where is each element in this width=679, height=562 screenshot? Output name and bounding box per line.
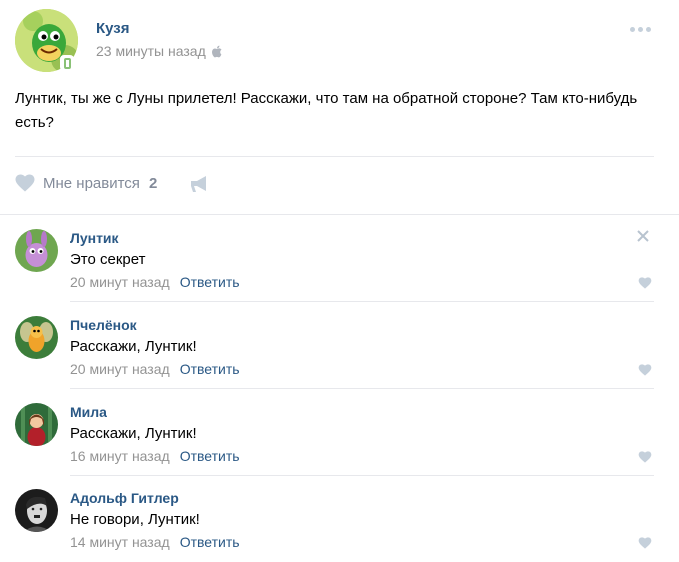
commenter-avatar[interactable]	[15, 229, 58, 272]
pchelenok-avatar-image	[15, 316, 58, 359]
commenter-avatar[interactable]	[15, 403, 58, 446]
comment-time[interactable]: 14 минут назад	[70, 534, 170, 550]
close-icon[interactable]	[636, 229, 650, 243]
commenter-name[interactable]: Адольф Гитлер	[70, 490, 179, 506]
online-mobile-icon	[60, 55, 74, 71]
comment-meta: 14 минут назад Ответить	[70, 534, 240, 550]
reply-link[interactable]: Ответить	[180, 448, 240, 464]
comment-text: Расскажи, Лунтик!	[70, 425, 197, 442]
more-icon[interactable]	[630, 27, 651, 32]
commenter-name[interactable]: Лунтик	[70, 230, 119, 246]
post-divider	[15, 156, 654, 157]
comment-item: Адольф Гитлер Не говори, Лунтик! 14 мину…	[0, 475, 679, 562]
comment-meta: 20 минут назад Ответить	[70, 361, 240, 377]
mila-avatar-image	[15, 403, 58, 446]
like-button[interactable]: Мне нравится 2	[15, 174, 157, 192]
commenter-name[interactable]: Пчелёнок	[70, 317, 137, 333]
post-author-name[interactable]: Кузя	[96, 20, 130, 37]
comment-heart-icon[interactable]	[638, 364, 652, 376]
comment-time[interactable]: 20 минут назад	[70, 274, 170, 290]
comment-item: Мила Расскажи, Лунтик! 16 минут назад Отв…	[0, 389, 679, 476]
commenter-avatar[interactable]	[15, 489, 58, 532]
heart-icon	[15, 174, 35, 192]
commenter-name[interactable]: Мила	[70, 404, 107, 420]
reply-link[interactable]: Ответить	[180, 361, 240, 377]
post-timestamp[interactable]: 23 минуты назад	[96, 43, 223, 59]
commenter-avatar[interactable]	[15, 316, 58, 359]
reply-link[interactable]: Ответить	[180, 534, 240, 550]
megaphone-icon[interactable]	[189, 174, 211, 194]
apple-icon	[211, 45, 222, 57]
comment-heart-icon[interactable]	[638, 451, 652, 463]
reply-link[interactable]: Ответить	[180, 274, 240, 290]
post: Кузя 23 минуты назад Лунтик, ты же с Лун…	[0, 0, 679, 215]
comment-item: Лунтик Это секрет 20 минут назад Ответить	[0, 215, 679, 302]
luntik-avatar-image	[15, 229, 58, 272]
comment-heart-icon[interactable]	[638, 537, 652, 549]
comment-text: Расскажи, Лунтик!	[70, 338, 197, 355]
comment-text: Это секрет	[70, 251, 146, 268]
like-label: Мне нравится	[43, 174, 140, 192]
comment-heart-icon[interactable]	[638, 277, 652, 289]
comment-meta: 16 минут назад Ответить	[70, 448, 240, 464]
comment-meta: 20 минут назад Ответить	[70, 274, 240, 290]
comment-text: Не говори, Лунтик!	[70, 511, 200, 528]
like-count: 2	[148, 174, 158, 192]
post-time-text: 23 минуты назад	[96, 43, 206, 59]
comment-time[interactable]: 16 минут назад	[70, 448, 170, 464]
portrait-avatar-image	[15, 489, 58, 532]
comment-time[interactable]: 20 минут назад	[70, 361, 170, 377]
comment-item: Пчелёнок Расскажи, Лунтик! 20 минут наза…	[0, 302, 679, 389]
post-text: Лунтик, ты же с Луны прилетел! Расскажи,…	[15, 90, 638, 131]
